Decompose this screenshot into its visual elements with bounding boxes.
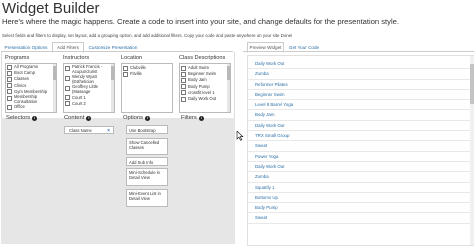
list-item[interactable]: Level 8 Barrel Yoga <box>248 100 474 111</box>
list-item[interactable]: Patrick Francis - Acupuncturist <box>64 64 114 74</box>
checkbox[interactable] <box>65 66 70 71</box>
checkbox[interactable] <box>7 95 12 101</box>
class-descriptions-list[interactable]: Adult Swim Beginner Swim Body Jam Body P… <box>179 63 231 113</box>
programs-column: Programs All Programs Boot Camp Classes … <box>5 55 57 113</box>
option-show-cancelled-classes[interactable]: Show Cancelled Classes <box>126 138 168 155</box>
scrollbar-thumb[interactable] <box>227 66 230 80</box>
list-item[interactable]: Membership Consultation <box>6 94 56 104</box>
preview-widget-panel: Daily Work Out Zumba Reformer Pilates Be… <box>247 55 474 246</box>
scrollbar[interactable] <box>227 64 230 112</box>
list-item[interactable]: Zumba <box>248 69 474 80</box>
filters-heading: Filters i <box>181 115 204 121</box>
option-add-sub-info[interactable]: Add Sub Info <box>126 157 168 166</box>
location-list[interactable]: Clubville Fitville <box>121 63 173 113</box>
checkbox[interactable] <box>181 84 186 90</box>
list-item[interactable]: Squatify 1 <box>248 183 474 193</box>
options-label: Options <box>123 115 143 121</box>
list-item[interactable]: Court 2 <box>64 101 114 107</box>
preview-tab-divider <box>243 51 474 52</box>
programs-list[interactable]: All Programs Boot Camp Classes Clinics G… <box>5 63 57 113</box>
instructors-list[interactable]: Patrick Francis - Acupuncturist Wendy Wy… <box>63 63 115 113</box>
mouse-pointer-icon <box>236 131 244 141</box>
list-item[interactable]: Body Jam <box>248 110 474 121</box>
page-subtitle: Here's where the magic happens. Create a… <box>2 17 399 26</box>
filters-label: Filters <box>181 115 197 121</box>
list-item[interactable]: Fitville <box>122 71 172 77</box>
checkbox[interactable] <box>7 89 12 95</box>
checkbox[interactable] <box>181 71 186 77</box>
list-item[interactable]: Daily Work Out <box>180 96 230 102</box>
page-title: Widget Builder <box>2 0 100 17</box>
list-item[interactable]: TRX Small Group <box>248 131 474 142</box>
builder-workspace <box>1 118 235 244</box>
instructions-text: Select fields and filters to display, se… <box>2 33 293 38</box>
filters-panel: Programs All Programs Boot Camp Classes … <box>1 52 235 119</box>
list-item[interactable]: Sweat <box>248 213 474 224</box>
checkbox[interactable] <box>65 101 70 107</box>
checkbox[interactable] <box>7 83 12 89</box>
scrollbar[interactable] <box>53 64 56 112</box>
list-item[interactable]: Sweat <box>248 141 474 152</box>
option-mini-schedule[interactable]: Mini-Schedule in Detail View <box>126 168 168 186</box>
location-heading: Location <box>121 55 143 61</box>
list-item[interactable]: Daily Work Out <box>248 59 474 70</box>
selectors-heading: Selectors i <box>6 115 38 121</box>
checkbox[interactable] <box>7 70 12 76</box>
instructors-heading: Instructors <box>63 55 90 61</box>
info-icon[interactable]: i <box>144 115 150 121</box>
option-mini-event-list[interactable]: Mini-Event List in Detail View <box>126 189 168 207</box>
scrollbar[interactable] <box>470 56 474 245</box>
scrollbar-thumb[interactable] <box>111 66 114 80</box>
checkbox[interactable] <box>65 95 70 101</box>
selectors-label: Selectors <box>6 115 31 121</box>
list-item[interactable]: Daily Work Out <box>248 162 474 173</box>
class-descriptions-heading: Class Descriptions <box>179 55 226 61</box>
checkbox[interactable] <box>65 76 70 82</box>
class-descriptions-column: Class Descriptions Adult Swim Beginner S… <box>179 55 231 113</box>
location-column: Location Clubville Fitville <box>121 55 173 113</box>
content-label: Content <box>64 115 85 121</box>
checkbox[interactable] <box>65 86 70 92</box>
checkbox[interactable] <box>7 76 12 82</box>
checkbox[interactable] <box>7 104 12 110</box>
info-icon[interactable]: i <box>198 115 204 121</box>
list-item[interactable]: Beginner Swim <box>248 90 474 101</box>
scrollbar-thumb[interactable] <box>470 64 474 104</box>
list-item[interactable]: Power Yoga <box>248 152 474 162</box>
programs-heading: Programs <box>5 55 30 61</box>
list-item[interactable]: Office <box>6 104 56 110</box>
list-item[interactable]: Zumba <box>248 172 474 183</box>
content-heading: Content i <box>64 115 92 121</box>
info-icon[interactable]: i <box>32 115 38 121</box>
checkbox[interactable] <box>181 90 186 96</box>
checkbox[interactable] <box>181 77 186 83</box>
scrollbar-thumb[interactable] <box>53 66 56 80</box>
checkbox[interactable] <box>181 65 186 71</box>
instructors-column: Instructors Patrick Francis - Acupunctur… <box>63 55 115 113</box>
scrollbar[interactable] <box>111 64 114 112</box>
list-item[interactable]: Body Pump <box>248 203 474 214</box>
options-heading: Options i <box>123 115 150 121</box>
info-icon[interactable]: i <box>86 115 92 121</box>
option-use-bootstrap[interactable]: Use Bootstrap <box>126 125 168 134</box>
checkbox[interactable] <box>181 96 186 102</box>
list-item[interactable]: Geoffrey Little (Massage <box>64 84 114 94</box>
content-pill-label: Class Name <box>69 128 92 133</box>
checkbox[interactable] <box>7 64 12 70</box>
checkbox[interactable] <box>123 65 128 71</box>
content-pill-class-name[interactable]: Class Name × <box>64 126 114 134</box>
list-item[interactable]: Wendy Wyatt (Esthetician <box>64 74 114 84</box>
close-icon[interactable]: × <box>107 127 110 135</box>
list-item[interactable]: Reformer Pilates <box>248 80 474 90</box>
list-item[interactable]: Bottoms Up <box>248 193 474 204</box>
checkbox[interactable] <box>123 71 128 77</box>
list-item[interactable]: Daily Work Out <box>248 121 474 132</box>
